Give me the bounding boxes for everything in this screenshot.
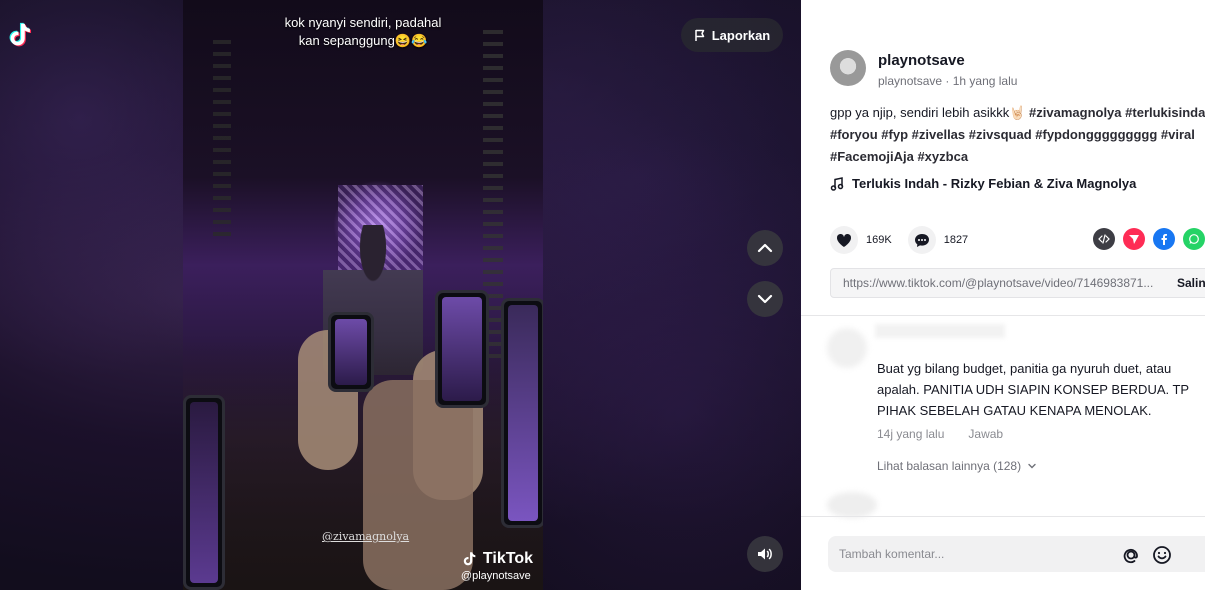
video-frame[interactable]: kok nyanyi sendiri, padahal kan sepanggu… [183,0,543,590]
comment-input-box[interactable] [828,536,1205,572]
comment-meta: 14j yang lalu Jawab [877,427,1003,441]
report-label: Laporkan [711,27,771,43]
flag-icon [694,29,704,41]
hashtag[interactable]: #zivellas [912,127,966,142]
raised-hand [363,380,473,590]
chevron-down-icon [1028,463,1036,469]
author-name[interactable]: playnotsave [878,52,1017,69]
whatsapp-share-button[interactable] [1183,228,1205,250]
tiktok-watermark: TikTok @playnotsave [461,550,533,582]
comment-input[interactable] [839,547,1129,561]
view-more-replies-button[interactable]: Lihat balasan lainnya (128) [877,459,1037,473]
music-title[interactable]: Terlukis Indah - Rizky Febian & Ziva Mag… [852,176,1136,191]
volume-button[interactable] [747,536,783,572]
hashtag[interactable]: #xyzbca [917,149,968,164]
send-to-friends-button[interactable] [1123,228,1145,250]
music-note-icon [830,176,844,191]
more-replies-label[interactable]: Lihat balasan lainnya (128) [877,459,1021,473]
phone-in-crowd [435,290,489,408]
comment-text: Buat yg bilang budget, panitia ga nyuruh… [877,361,1189,418]
send-icon [1129,235,1139,244]
video-caption-line2: kan sepanggung😆😂 [298,33,428,48]
post-description: gpp ya njip, sendiri lebih asikkk🤘🏻 #ziv… [830,102,1205,168]
emoji-icon[interactable] [1151,544,1173,566]
avatar[interactable] [827,328,867,368]
action-bar: 169K 1827 [830,226,968,254]
whatsapp-icon [1189,234,1199,244]
watermark-brand: TikTok [482,550,533,567]
embed-icon [1098,234,1110,244]
comment-time: 14j yang lalu [877,427,945,441]
video-link[interactable]: https://www.tiktok.com/@playnotsave/vide… [843,276,1153,290]
tiktok-logo-icon [463,552,476,566]
comment-icon [914,233,929,247]
details-panel: playnotsave playnotsave · 1h yang lalu g… [801,0,1205,590]
phone-in-crowd [328,312,374,392]
speaker-icon [758,548,772,560]
hashtag[interactable]: #terlukisindah [1125,105,1205,120]
stage-truss [213,40,231,240]
phone-in-crowd [183,395,225,590]
like-count: 169K [866,234,892,246]
report-button[interactable]: Laporkan [681,18,783,52]
hashtag[interactable]: #zivsquad [969,127,1032,142]
comment-button[interactable]: 1827 [907,226,969,254]
avatar[interactable] [830,50,866,86]
chevron-up-icon [757,243,773,253]
description-text: gpp ya njip, sendiri lebih asikkk🤘🏻 [830,105,1026,120]
chevron-down-icon [757,294,773,304]
heart-icon [836,233,852,247]
reply-button[interactable]: Jawab [968,427,1003,441]
watermark-handle: @playnotsave [460,570,531,582]
author-info[interactable]: playnotsave playnotsave · 1h yang lalu [830,50,1017,88]
facebook-share-button[interactable] [1153,228,1175,250]
divider [801,516,1205,517]
video-caption-line1: kok nyanyi sendiri, padahal [284,15,442,30]
tiktok-video-page: kok nyanyi sendiri, padahal kan sepanggu… [0,0,1205,590]
hashtag[interactable]: #zivamagnolya [1029,105,1122,120]
author-subtitle: playnotsave · 1h yang lalu [878,74,1018,88]
comment-list: Buat yg bilang budget, panitia ga nyuruh… [801,316,1205,518]
comment-author[interactable] [875,324,1005,338]
hashtag[interactable]: #fyp [881,127,908,142]
embed-button[interactable] [1093,228,1115,250]
tiktok-logo-icon[interactable] [6,20,36,50]
video-caption: kok nyanyi sendiri, padahal kan sepanggu… [183,14,543,50]
hashtag[interactable]: #FacemojiAja [830,149,914,164]
previous-video-button[interactable] [747,230,783,266]
mention-icon[interactable] [1120,544,1142,566]
video-viewer: kok nyanyi sendiri, padahal kan sepanggu… [0,0,801,590]
video-link-box[interactable]: https://www.tiktok.com/@playnotsave/vide… [830,268,1205,298]
hashtag[interactable]: #foryou [830,127,878,142]
next-video-button[interactable] [747,281,783,317]
share-row [1093,228,1205,250]
like-button[interactable]: 169K [830,226,892,254]
overlay-handle: @zivamagnolya [322,530,410,543]
hashtag[interactable]: #viral [1161,127,1195,142]
phone-in-crowd [501,298,543,528]
facebook-icon [1161,234,1167,245]
hashtag[interactable]: #fypdonggggggggg [1035,127,1157,142]
copy-link-button[interactable]: Salin [1177,276,1205,290]
music-link[interactable]: Terlukis Indah - Rizky Febian & Ziva Mag… [830,176,1136,191]
comment-count: 1827 [943,234,969,246]
avatar[interactable] [827,492,877,518]
